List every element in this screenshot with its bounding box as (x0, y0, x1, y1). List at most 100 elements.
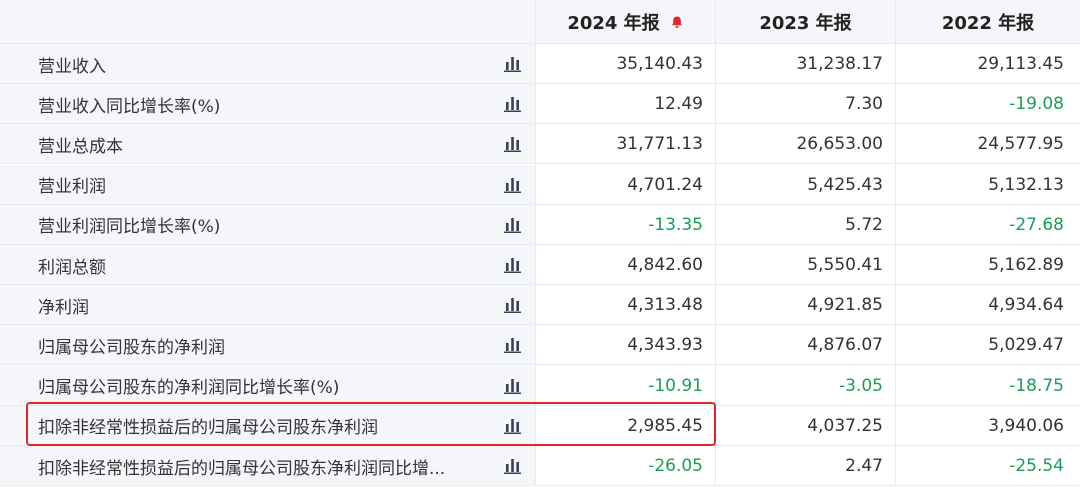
value-2023: 31,238.17 (716, 44, 896, 84)
value-2022: 24,577.95 (896, 124, 1080, 164)
row-label-cell: 营业收入 (0, 44, 536, 84)
bar-chart-icon[interactable] (503, 458, 523, 474)
value-2024-text: 35,140.43 (616, 54, 703, 74)
value-2024: 35,140.43 (536, 44, 716, 84)
header-blank (0, 0, 536, 44)
bar-chart-icon[interactable] (503, 378, 523, 394)
value-2024: -13.35 (536, 204, 716, 245)
value-2024: 4,343.93 (536, 325, 716, 366)
table-row: 营业利润 4,701.24 5,425.43 5,132.13 (0, 164, 1080, 205)
table-header: 2024 年报 2023 年报 2022 年报 (0, 0, 1080, 44)
bar-chart-icon[interactable] (503, 337, 523, 354)
table-row: 扣除非经常性损益后的归属母公司股东净利润同比增... -26.05 2.47 -… (0, 446, 1080, 486)
value-2023-text: 26,653.00 (796, 134, 883, 155)
value-2024-text: -13.35 (648, 214, 703, 235)
value-2022: 3,940.06 (896, 406, 1080, 446)
value-2024: 31,771.13 (536, 124, 716, 165)
bar-chart-icon[interactable] (503, 96, 523, 113)
value-2022-text: 5,029.47 (988, 335, 1064, 356)
value-2024: 4,842.60 (536, 245, 716, 285)
value-2022-text: -25.54 (1009, 456, 1064, 476)
value-2023-text: 7.30 (845, 94, 883, 115)
value-2024-text: -10.91 (648, 375, 703, 396)
value-2022: 5,162.89 (896, 245, 1080, 285)
value-2022-text: -19.08 (1009, 94, 1064, 115)
value-2023: -3.05 (716, 365, 896, 406)
table-row: 营业收入 35,140.43 31,238.17 29,113.45 (0, 44, 1080, 84)
value-2023: 2.47 (716, 446, 896, 486)
bar-chart-icon[interactable] (503, 136, 523, 153)
value-2024-text: -26.05 (648, 456, 703, 476)
row-label-cell: 利润总额 (0, 245, 536, 285)
value-2022: 5,029.47 (896, 325, 1080, 365)
value-2023: 4,876.07 (716, 325, 896, 366)
value-2024-text: 12.49 (654, 94, 703, 115)
bar-chart-icon[interactable] (503, 56, 523, 72)
row-label: 营业利润 (38, 177, 106, 198)
table-row: 扣除非经常性损益后的归属母公司股东净利润 2,985.45 4,037.25 3… (0, 405, 1080, 446)
value-2022: -25.54 (896, 446, 1080, 486)
value-2023: 4,037.25 (716, 405, 896, 446)
row-label-cell: 营业利润 (0, 164, 536, 205)
value-2023-text: 5,550.41 (807, 255, 883, 275)
value-2023: 5,425.43 (716, 164, 896, 205)
value-2023: 5.72 (716, 204, 896, 245)
value-2022: -27.68 (896, 205, 1080, 245)
bar-chart-icon[interactable] (503, 418, 523, 434)
row-label: 扣除非经常性损益后的归属母公司股东净利润 (38, 418, 378, 439)
table-row: 利润总额 4,842.60 5,550.41 5,162.89 (0, 245, 1080, 285)
value-2024: 12.49 (536, 84, 716, 125)
value-2024-text: 2,985.45 (627, 415, 703, 436)
header-2023[interactable]: 2023 年报 (716, 0, 896, 44)
value-2023-text: -3.05 (839, 375, 883, 396)
table-row: 营业利润同比增长率(%) -13.35 5.72 -27.68 (0, 204, 1080, 245)
value-2023: 26,653.00 (716, 124, 896, 165)
table-row: 归属母公司股东的净利润同比增长率(%) -10.91 -3.05 -18.75 (0, 365, 1080, 406)
table-row: 营业收入同比增长率(%) 12.49 7.30 -19.08 (0, 84, 1080, 125)
row-label-cell: 净利润 (0, 285, 536, 326)
header-2023-label: 2023 年报 (759, 13, 852, 34)
value-2024-text: 4,343.93 (627, 335, 703, 356)
table-row: 归属母公司股东的净利润 4,343.93 4,876.07 5,029.47 (0, 325, 1080, 366)
row-label: 营业收入同比增长率(%) (38, 96, 221, 117)
header-2024[interactable]: 2024 年报 (536, 0, 716, 44)
row-label-cell: 营业利润同比增长率(%) (0, 204, 536, 245)
bar-chart-icon[interactable] (503, 257, 523, 273)
value-2022-text: 5,162.89 (988, 255, 1064, 275)
header-2024-label: 2024 年报 (567, 13, 660, 34)
row-label-cell: 扣除非经常性损益后的归属母公司股东净利润 (0, 405, 536, 446)
value-2022: 4,934.64 (896, 285, 1080, 325)
bar-chart-icon[interactable] (503, 217, 523, 233)
bell-icon[interactable] (670, 15, 684, 29)
header-2022-label: 2022 年报 (941, 13, 1035, 34)
value-2023-text: 5.72 (845, 214, 883, 235)
table-row: 营业总成本 31,771.13 26,653.00 24,577.95 (0, 124, 1080, 165)
bar-chart-icon[interactable] (503, 177, 523, 193)
value-2024: -26.05 (536, 446, 716, 486)
row-label-cell: 营业总成本 (0, 124, 536, 165)
value-2022-text: 3,940.06 (988, 415, 1064, 436)
value-2024-text: 4,842.60 (627, 255, 703, 275)
value-2024: 4,313.48 (536, 285, 716, 326)
value-2022-text: 4,934.64 (988, 295, 1064, 316)
row-label-cell: 扣除非经常性损益后的归属母公司股东净利润同比增... (0, 446, 536, 486)
value-2023-text: 2.47 (845, 456, 883, 476)
value-2024-text: 4,313.48 (627, 295, 703, 316)
value-2022: 29,113.45 (896, 44, 1080, 84)
row-label: 扣除非经常性损益后的归属母公司股东净利润同比增... (38, 458, 446, 479)
value-2023-text: 4,876.07 (807, 335, 883, 356)
value-2023: 4,921.85 (716, 285, 896, 326)
row-label: 利润总额 (38, 257, 106, 278)
value-2023: 7.30 (716, 84, 896, 125)
row-label: 营业利润同比增长率(%) (38, 217, 221, 238)
value-2023-text: 4,037.25 (807, 415, 883, 436)
bar-chart-icon[interactable] (503, 297, 523, 314)
value-2022-text: -27.68 (1009, 214, 1064, 235)
value-2022-text: 5,132.13 (988, 174, 1064, 195)
value-2024: 2,985.45 (536, 405, 716, 446)
row-label: 营业总成本 (38, 136, 123, 157)
row-label: 营业收入 (38, 56, 106, 77)
value-2023-text: 31,238.17 (796, 54, 883, 74)
value-2022: -19.08 (896, 84, 1080, 124)
header-2022[interactable]: 2022 年报 (896, 0, 1080, 44)
